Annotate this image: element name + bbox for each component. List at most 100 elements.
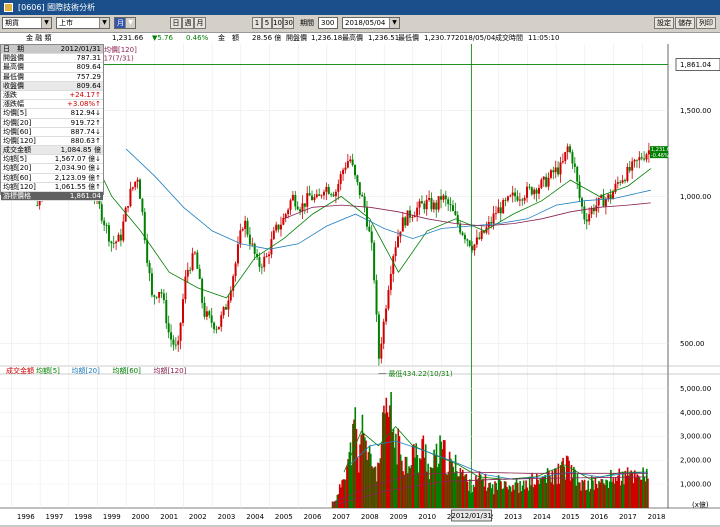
panel-key: 成交金額 [3,146,31,155]
candle-body [268,254,271,257]
range-10-button[interactable]: 10 [272,17,283,29]
candle-body [358,182,361,196]
candle-body [559,162,562,175]
candle-body [466,239,469,241]
panel-key: 均價[60] [3,127,32,136]
candle-body [203,302,206,317]
market-select[interactable]: 上市 ▼ [56,17,110,29]
panel-row: 開盤價 787.31 [1,54,103,64]
candle-body [191,253,194,271]
candle-body [337,183,340,192]
candle-body [193,252,196,254]
week-button[interactable]: 週 [182,17,194,29]
candle-body [318,194,321,196]
candle-body [332,194,335,197]
candle-body [127,206,130,208]
candle-body [346,161,349,168]
candle-body [349,159,352,162]
candle-body [626,167,629,182]
candle-body [404,217,407,226]
volume-bar [647,478,649,508]
save-button[interactable]: 儲存 [675,17,695,29]
candle-body [287,209,290,215]
day-button[interactable]: 日 [170,17,182,29]
print-button[interactable]: 列印 [696,17,716,29]
candle-body [440,196,443,200]
candle-body [139,179,142,199]
candle-body [523,197,526,201]
date-select[interactable]: 2018/05/04 ▼ [342,17,400,29]
x-tick-label: 1996 [17,513,35,521]
candle-body [511,192,514,196]
candle-body [291,194,294,201]
candle-body [112,243,115,244]
open-label: 開盤價 [286,34,307,42]
candle-body [428,197,431,200]
candle-body [251,243,254,245]
candle-body [435,202,438,210]
candle-body [320,195,323,197]
volume-tick-label: 3,000.00 [680,433,711,441]
candle-body [222,307,225,316]
price-tick-label: 500.00 [680,340,705,348]
candle-body [322,191,325,196]
candle-body [459,224,462,233]
range-1-button[interactable]: 1 [252,17,262,29]
candle-body [158,292,161,298]
price-tick-label: 1,000.00 [680,193,711,201]
candle-body [296,206,299,210]
candle-body [227,300,230,310]
candle-body [277,224,280,230]
candle-body [134,181,137,188]
candle-body [635,159,638,161]
range-30-button[interactable]: 30 [283,17,294,29]
price-volume-chart[interactable]: 1996 1997 1998 1999 2000 2001 2002 2003 2004 2005… [0,44,720,525]
panel-value: 880.63↑ [70,136,101,145]
candle-body [463,234,466,240]
candle-body [535,189,538,194]
panel-row: 均額[20] 2,034.90 億↓ [1,164,103,174]
candle-body [432,202,435,210]
candle-body [198,268,201,279]
candle-body [580,198,583,207]
settings-button[interactable]: 設定 [654,17,674,29]
candle-body [588,214,591,222]
month-button[interactable]: 月 [194,17,206,29]
panel-key: 均價[20] [3,118,32,127]
candle-body [480,230,483,239]
panel-value: 787.31 [76,54,102,63]
candle-body [475,237,478,245]
candle-body [172,339,175,345]
range-5-button[interactable]: 5 [262,17,272,29]
candle-body [141,198,144,213]
candle-body [451,205,454,212]
chart-area[interactable]: 1996 1997 1998 1999 2000 2001 2002 2003 2004 2005… [0,44,720,525]
category-select[interactable]: 期貨 ▼ [2,17,52,29]
candle-body [380,343,383,359]
x-tick-label: 2006 [304,513,322,521]
candle-body [289,200,292,210]
candle-body [308,193,311,196]
candle-body [373,242,376,281]
candle-body [272,230,275,240]
annotation-label: 最低434.22(10/31) [388,369,452,378]
x-tick-label: 1999 [103,513,121,521]
panel-row: 均價[5] 812.94↓ [1,109,103,119]
candle-body [325,186,328,192]
window-title: [0606] 國際技術分析 [18,3,96,12]
candle-body [275,224,278,231]
candle-body [363,196,366,208]
period-type-select[interactable]: 月 ▼ [114,17,136,29]
candle-body [225,307,228,310]
period-input[interactable]: 300 [318,17,338,29]
candle-body [592,208,595,212]
panel-row: 最低價 757.29 [1,73,103,82]
candle-body [136,179,139,182]
candle-body [303,203,306,207]
x-tick-label: 2016 [590,513,608,521]
candle-body [263,256,266,268]
candle-body [248,234,251,245]
chevron-down-icon: ▼ [99,18,109,28]
candle-body [375,280,378,315]
candle-body [356,175,359,183]
